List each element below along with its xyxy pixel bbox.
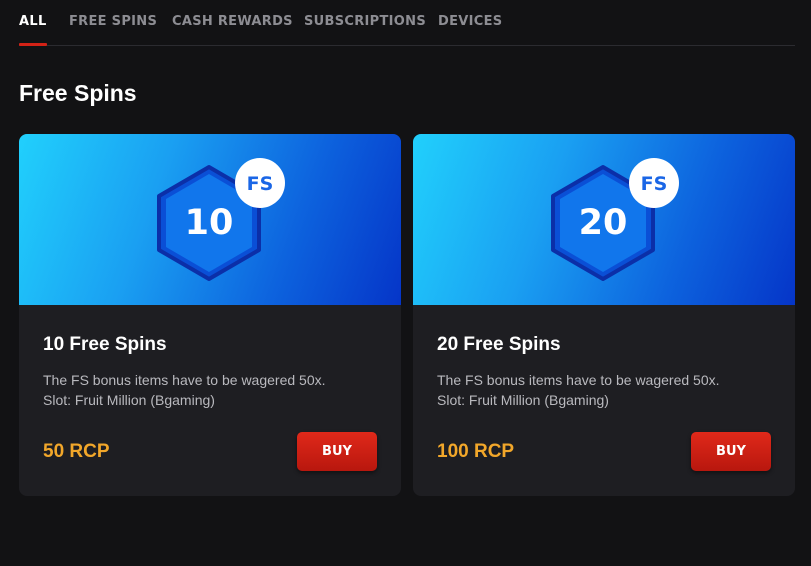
tab-free-spins[interactable]: FREE SPINS <box>69 14 157 29</box>
description-line: Slot: Fruit Million (Bgaming) <box>43 392 215 408</box>
card-banner: 20 FS <box>413 134 795 305</box>
badge-label: FS <box>641 173 668 195</box>
tab-all[interactable]: ALL <box>19 14 47 46</box>
card-description: The FS bonus items have to be wagered 50… <box>43 370 326 410</box>
badge-label: FS <box>247 173 274 195</box>
card-price: 100 RCP <box>437 441 515 462</box>
card-description: The FS bonus items have to be wagered 50… <box>437 370 720 410</box>
category-tabs: ALL FREE SPINS CASH REWARDS SUBSCRIPTION… <box>19 0 795 46</box>
tab-devices[interactable]: DEVICES <box>438 14 502 29</box>
free-spins-badge-icon: 20 FS <box>551 158 679 281</box>
description-line: The FS bonus items have to be wagered 50… <box>43 372 326 388</box>
description-line: Slot: Fruit Million (Bgaming) <box>437 392 609 408</box>
card-title: 20 Free Spins <box>437 334 561 355</box>
card-title: 10 Free Spins <box>43 334 167 355</box>
card-price: 50 RCP <box>43 441 110 462</box>
buy-button[interactable]: BUY <box>691 432 771 471</box>
free-spins-badge-icon: 10 FS <box>157 158 285 281</box>
free-spins-card: 10 FS 10 Free Spins The FS bonus items h… <box>19 134 401 496</box>
tab-cash-rewards[interactable]: CASH REWARDS <box>172 14 293 29</box>
badge-number: 20 <box>579 203 628 243</box>
buy-button[interactable]: BUY <box>297 432 377 471</box>
badge-number: 10 <box>185 203 234 243</box>
free-spins-card: 20 FS 20 Free Spins The FS bonus items h… <box>413 134 795 496</box>
card-banner: 10 FS <box>19 134 401 305</box>
section-title: Free Spins <box>19 80 137 106</box>
description-line: The FS bonus items have to be wagered 50… <box>437 372 720 388</box>
tab-subscriptions[interactable]: SUBSCRIPTIONS <box>304 14 426 29</box>
